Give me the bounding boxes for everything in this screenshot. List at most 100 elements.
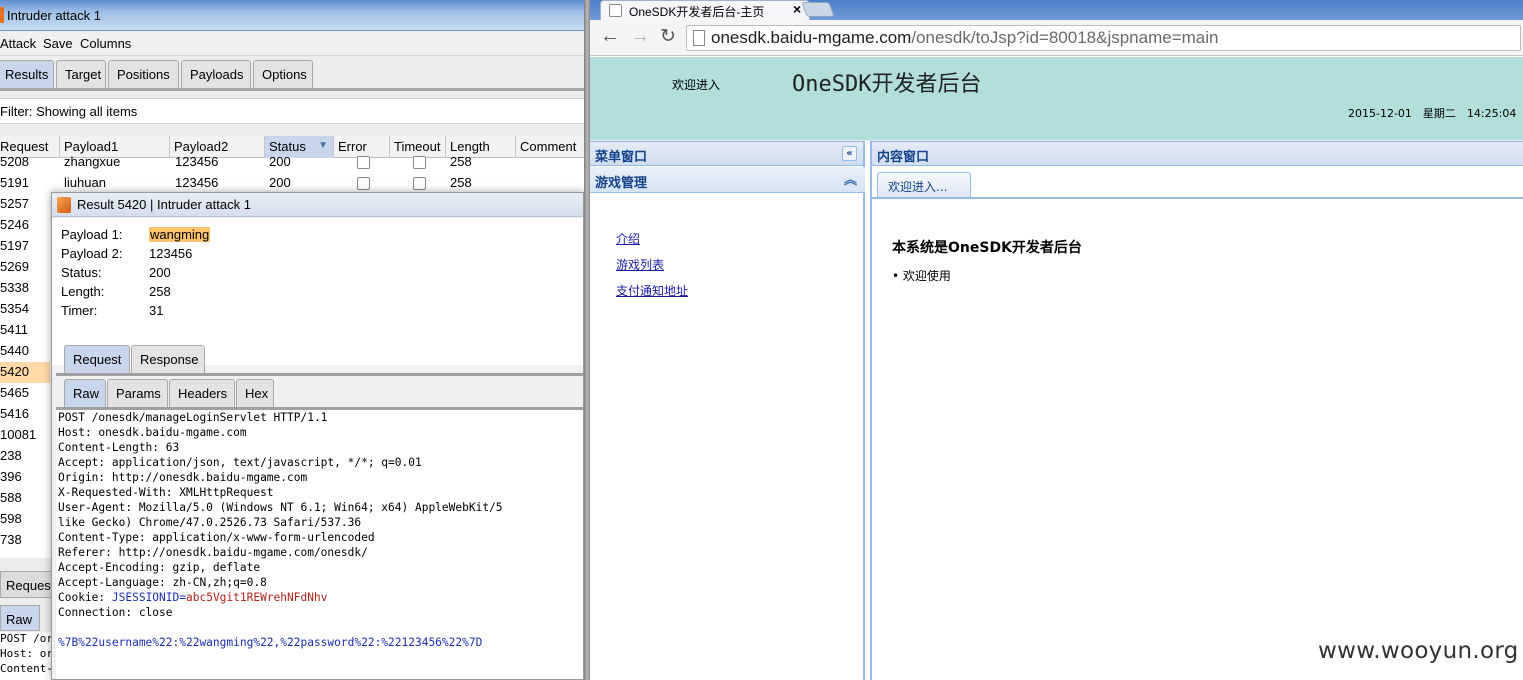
- cell-request: 10081: [0, 427, 37, 442]
- table-row[interactable]: 5208 zhangxue 123456 200 258: [0, 152, 584, 173]
- error-checkbox: [357, 177, 370, 190]
- cell-request: 5197: [0, 238, 29, 253]
- table-row[interactable]: 5191 liuhuan 123456 200 258: [0, 173, 584, 194]
- result-summary: Payload 1: wangming Payload 2: 123456 St…: [52, 218, 583, 365]
- header-welcome: 欢迎进入: [672, 78, 721, 92]
- bottom-text-line: POST /or: [0, 632, 53, 645]
- result-dialog-title-bar: Result 5420 | Intruder attack 1: [52, 193, 583, 217]
- raw-line: Origin: http://onesdk.baidu-mgame.com: [58, 471, 308, 484]
- url-path: /onesdk/toJsp?id=80018&jspname=main: [911, 28, 1219, 47]
- sort-descending-icon: ▼: [318, 140, 328, 151]
- cell-payload2: 123456: [175, 175, 219, 190]
- raw-line: X-Requested-With: XMLHttpRequest: [58, 486, 274, 499]
- content-panel: 内容窗口 欢迎进入... 本系统是OneSDK开发者后台 • 欢迎使用: [870, 141, 1523, 680]
- raw-line: Accept-Language: zh-CN,zh;q=0.8: [58, 576, 267, 589]
- raw-blank-line: [58, 620, 583, 635]
- bottom-raw-tab[interactable]: Raw: [0, 605, 40, 631]
- reload-icon[interactable]: ↻: [660, 25, 676, 48]
- result-dialog-title: Result 5420 | Intruder attack 1: [77, 197, 251, 212]
- menu-link-payment-notify[interactable]: 支付通知地址: [616, 282, 688, 299]
- tab-options[interactable]: Options: [253, 60, 313, 88]
- collapse-up-icon[interactable]: ︽: [844, 169, 857, 188]
- new-tab-button[interactable]: [801, 2, 835, 17]
- tab-headers[interactable]: Headers: [169, 379, 235, 407]
- tab-payloads[interactable]: Payloads: [181, 60, 251, 88]
- browser-tab[interactable]: OneSDK开发者后台-主页 ×: [600, 0, 810, 20]
- menu-attack[interactable]: Attack: [0, 36, 36, 51]
- filter-bar[interactable]: Filter: Showing all items: [0, 98, 584, 124]
- menu-panel-title: 菜单窗口: [595, 150, 648, 165]
- cell-payload1: liuhuan: [64, 175, 106, 190]
- tab-params[interactable]: Params: [107, 379, 168, 407]
- cell-request: 5420: [0, 364, 29, 379]
- tab-raw[interactable]: Raw: [64, 379, 106, 407]
- cell-request: 5416: [0, 406, 29, 421]
- result-dialog: Result 5420 | Intruder attack 1 Payload …: [51, 192, 584, 680]
- raw-line: User-Agent: Mozilla/5.0 (Windows NT 6.1;…: [58, 501, 503, 514]
- forward-arrow-icon[interactable]: →: [630, 25, 650, 48]
- burp-title-bar: Intruder attack 1: [0, 0, 584, 31]
- status-value: 200: [149, 265, 171, 280]
- menu-save[interactable]: Save: [43, 36, 73, 51]
- url-host: onesdk.baidu-mgame.com: [711, 28, 912, 47]
- raw-line: Referer: http://onesdk.baidu-mgame.com/o…: [58, 546, 368, 559]
- menu-columns[interactable]: Columns: [80, 36, 131, 51]
- tab-request[interactable]: Request: [64, 345, 130, 373]
- raw-request-text[interactable]: POST /onesdk/manageLoginServlet HTTP/1.1…: [56, 410, 583, 679]
- menu-link-game-list[interactable]: 游戏列表: [616, 256, 664, 273]
- page-favicon-icon: [609, 4, 622, 17]
- cell-request: 396: [0, 469, 22, 484]
- raw-line: Content-Length: 63: [58, 441, 180, 454]
- close-tab-icon[interactable]: ×: [793, 1, 801, 17]
- tab-target[interactable]: Target: [56, 60, 106, 88]
- raw-line: POST /onesdk/manageLoginServlet HTTP/1.1: [58, 411, 328, 424]
- cookie-line: Cookie: JSESSIONID=abc5Vgit1REWrehNFdNhv: [58, 591, 328, 604]
- burp-intruder-window: Intruder attack 1 Attack Save Columns Re…: [0, 0, 584, 680]
- field-label: Payload 2:: [61, 246, 123, 261]
- cell-request: 5191: [0, 175, 29, 190]
- menu-link-intro[interactable]: 介绍: [616, 230, 640, 247]
- tab-divider: [0, 88, 584, 91]
- cell-length: 258: [450, 175, 472, 190]
- burp-app-icon: [57, 197, 71, 213]
- cookie-label: Cookie:: [58, 591, 112, 604]
- cell-payload1: zhangxue: [64, 154, 121, 169]
- content-tab-welcome[interactable]: 欢迎进入...: [877, 172, 971, 198]
- cookie-name: JSESSIONID: [111, 591, 180, 604]
- filter-text: Filter: Showing all items: [0, 104, 138, 119]
- field-label: Payload 1:: [61, 227, 123, 242]
- burp-window-title: Intruder attack 1: [7, 8, 101, 23]
- menu-panel: 菜单窗口 « 游戏管理 ︽ 介绍 游戏列表 支付通知地址: [590, 141, 865, 680]
- cell-request: 5208: [0, 154, 29, 169]
- header-datetime: 2015-12-01 星期二 14:25:04: [1348, 107, 1517, 120]
- browser-tab-strip: OneSDK开发者后台-主页 ×: [590, 0, 1523, 20]
- cell-request: 5246: [0, 217, 29, 232]
- bottom-text-line: Host: or: [0, 647, 53, 660]
- content-panel-header: 内容窗口: [872, 141, 1523, 166]
- timeout-checkbox: [413, 177, 426, 190]
- cell-request: 5354: [0, 301, 29, 316]
- raw-line: Host: onesdk.baidu-mgame.com: [58, 426, 247, 439]
- tab-divider: [56, 373, 583, 376]
- cookie-value: abc5Vgit1REWrehNFdNhv: [186, 591, 328, 604]
- cell-request: 5269: [0, 259, 29, 274]
- tab-response[interactable]: Response: [131, 345, 205, 373]
- tab-positions[interactable]: Positions: [108, 60, 179, 88]
- timer-value: 31: [149, 303, 164, 318]
- menu-section-header[interactable]: 游戏管理 ︽: [590, 167, 865, 193]
- tab-hex[interactable]: Hex: [236, 379, 274, 407]
- burp-menu-bar: Attack Save Columns: [0, 32, 584, 56]
- collapse-left-icon[interactable]: «: [842, 146, 857, 161]
- browser-toolbar: ← → ↻ onesdk.baidu-mgame.com/onesdk/toJs…: [590, 20, 1523, 56]
- cell-request: 5440: [0, 343, 29, 358]
- bottom-raw-tab-label: Raw: [6, 612, 33, 627]
- back-arrow-icon[interactable]: ←: [600, 25, 620, 48]
- raw-line: Content-Type: application/x-www-form-url…: [58, 531, 375, 544]
- browser-window: OneSDK开发者后台-主页 × ← → ↻ onesdk.baidu-mgam…: [584, 0, 1523, 680]
- tab-results[interactable]: Results: [0, 60, 54, 88]
- bottom-text-line: Content-: [0, 662, 53, 675]
- bottom-request-tab[interactable]: Reques: [0, 571, 55, 598]
- address-bar[interactable]: onesdk.baidu-mgame.com/onesdk/toJsp?id=8…: [686, 25, 1521, 51]
- bottom-request-tab-label: Reques: [6, 578, 51, 593]
- bottom-request-text[interactable]: POST /or Host: or Content-: [0, 632, 55, 680]
